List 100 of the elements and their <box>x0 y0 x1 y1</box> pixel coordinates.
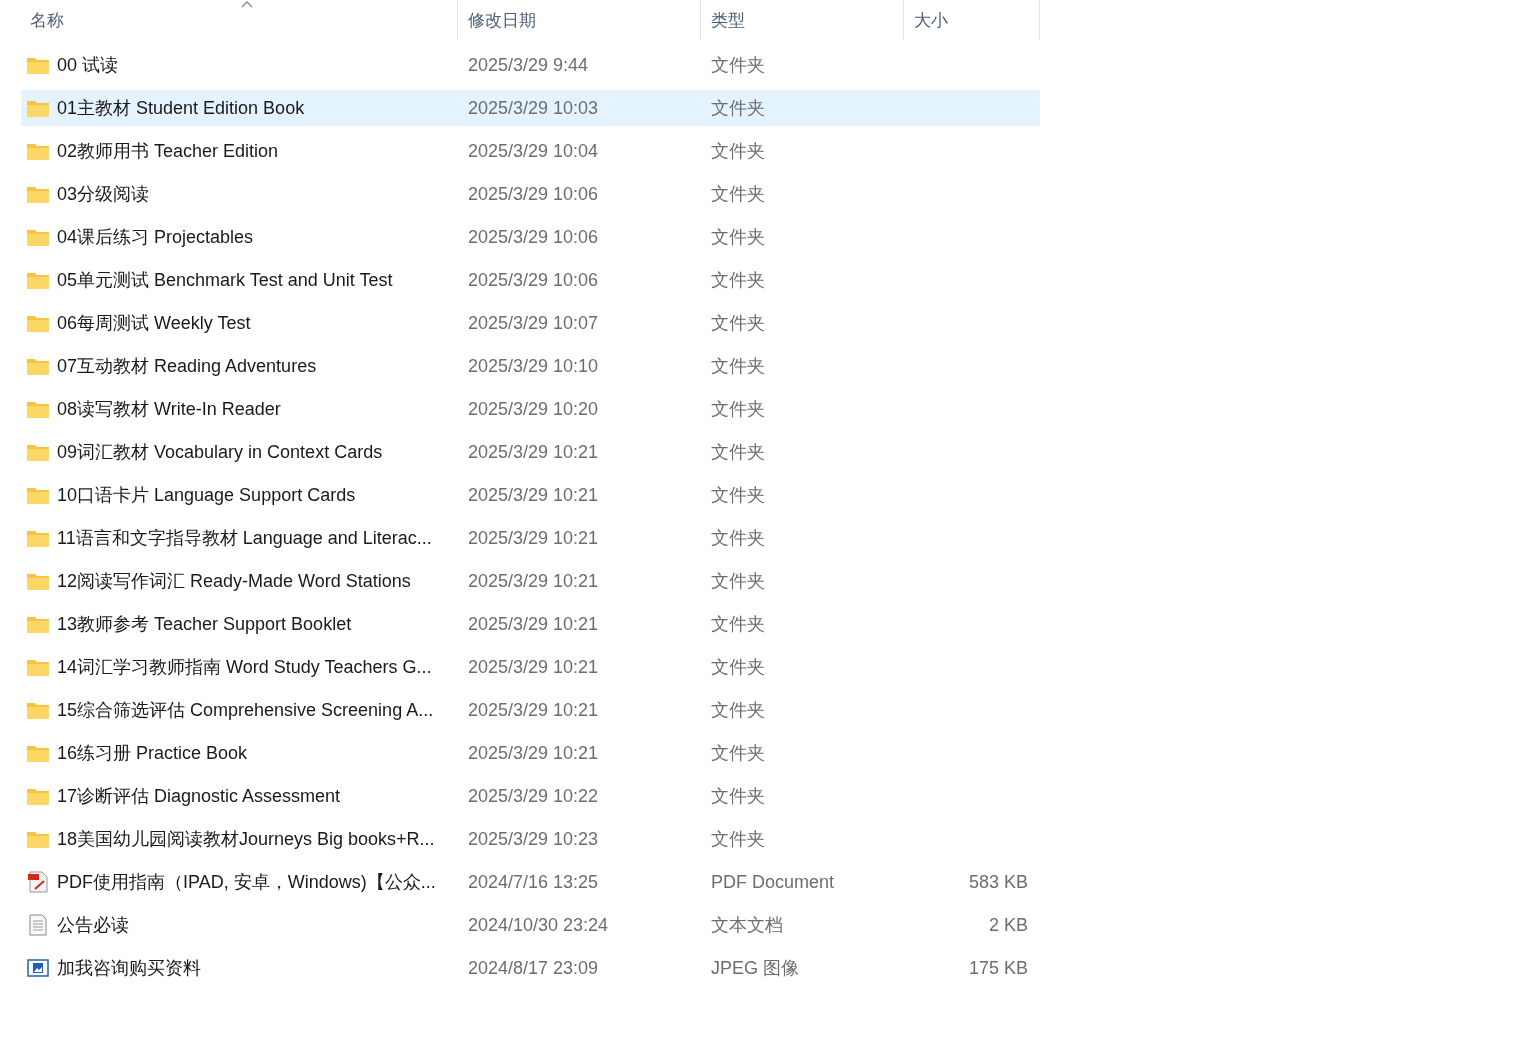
file-name: 18美国幼儿园阅读教材Journeys Big books+R... <box>57 828 435 851</box>
file-row[interactable]: 06每周测试 Weekly Test 2025/3/29 10:07 文件夹 <box>21 305 1040 341</box>
file-type: 文件夹 <box>711 227 765 247</box>
file-name: 02教师用书 Teacher Edition <box>57 140 279 163</box>
modified-date: 2025/3/29 9:44 <box>468 54 589 75</box>
file-type: 文件夹 <box>711 528 765 548</box>
file-type: 文件夹 <box>711 356 765 376</box>
sort-caret-icon <box>240 1 253 8</box>
file-name: 04课后练习 Projectables <box>57 226 254 249</box>
folder-icon <box>27 314 49 332</box>
file-row[interactable]: 08读写教材 Write-In Reader 2025/3/29 10:20 文件夹 <box>21 391 1040 427</box>
file-row[interactable]: 13教师参考 Teacher Support Booklet 2025/3/29 10:21 文件夹 <box>21 606 1040 642</box>
modified-date: 2024/10/30 23:24 <box>468 914 609 935</box>
file-row[interactable]: 10口语卡片 Language Support Cards 2025/3/29 10:21 文件夹 <box>21 477 1040 513</box>
modified-date: 2025/3/29 10:10 <box>468 355 599 376</box>
file-type: 文件夹 <box>711 313 765 333</box>
file-type: 文件夹 <box>711 141 765 161</box>
file-type: JPEG 图像 <box>711 958 799 978</box>
file-name: 09词汇教材 Vocabulary in Context Cards <box>57 441 383 464</box>
modified-date: 2025/3/29 10:06 <box>468 226 599 247</box>
file-row[interactable]: 14词汇学习教师指南 Word Study Teachers G... 2025/3/29 10:21 文件夹 <box>21 649 1040 685</box>
file-row[interactable]: 05单元测试 Benchmark Test and Unit Test 2025/3/29 10:06 文件夹 <box>21 262 1040 298</box>
file-row[interactable]: 12阅读写作词汇 Ready-Made Word Stations 2025/3/29 10:21 文件夹 <box>21 563 1040 599</box>
modified-date: 2025/3/29 10:21 <box>468 699 599 720</box>
folder-icon <box>27 615 49 633</box>
file-size: 2 KB <box>988 914 1028 935</box>
file-row[interactable]: 公告必读 2024/10/30 23:24 文本文档 2 KB <box>21 907 1040 943</box>
folder-icon <box>27 357 49 375</box>
file-type: 文件夹 <box>711 786 765 806</box>
file-name: 06每周测试 Weekly Test <box>57 312 251 335</box>
file-name: 17诊断评估 Diagnostic Assessment <box>57 785 341 808</box>
file-row[interactable]: 03分级阅读 2025/3/29 10:06 文件夹 <box>21 176 1040 212</box>
file-name: 08读写教材 Write-In Reader <box>57 398 281 421</box>
file-name: 01主教材 Student Edition Book <box>57 97 305 120</box>
modified-date: 2025/3/29 10:21 <box>468 441 599 462</box>
file-name: 14词汇学习教师指南 Word Study Teachers G... <box>57 656 432 679</box>
file-type: 文件夹 <box>711 657 765 677</box>
file-name: 15综合筛选评估 Comprehensive Screening A... <box>57 699 434 722</box>
modified-date: 2025/3/29 10:21 <box>468 484 599 505</box>
column-header[interactable]: 修改日期 <box>458 0 701 40</box>
modified-date: 2025/3/29 10:21 <box>468 742 599 763</box>
file-row[interactable]: 15综合筛选评估 Comprehensive Screening A... 2025/3/29 10:21 文件夹 <box>21 692 1040 728</box>
file-row[interactable]: 01主教材 Student Edition Book 2025/3/29 10:03 文件夹 <box>21 90 1040 126</box>
file-type: 文件夹 <box>711 829 765 849</box>
folder-icon <box>27 787 49 805</box>
file-row[interactable]: 07互动教材 Reading Adventures 2025/3/29 10:10 文件夹 <box>21 348 1040 384</box>
modified-date: 2025/3/29 10:06 <box>468 183 599 204</box>
file-row[interactable]: PDF使用指南（IPAD, 安卓，Windows)【公众... 2024/7/16 13:25 PDF Document 583 KB <box>21 864 1040 900</box>
file-name: 00 试读 <box>57 54 119 77</box>
pdf-file-icon <box>27 871 49 893</box>
file-name: 05单元测试 Benchmark Test and Unit Test <box>57 269 393 292</box>
file-name: 07互动教材 Reading Adventures <box>57 355 317 378</box>
file-row[interactable]: 17诊断评估 Diagnostic Assessment 2025/3/29 10:22 文件夹 <box>21 778 1040 814</box>
folder-icon <box>27 658 49 676</box>
file-row[interactable]: 09词汇教材 Vocabulary in Context Cards 2025/3/29 10:21 文件夹 <box>21 434 1040 470</box>
modified-date: 2025/3/29 10:03 <box>468 97 599 118</box>
file-row[interactable]: 04课后练习 Projectables 2025/3/29 10:06 文件夹 <box>21 219 1040 255</box>
modified-date: 2025/3/29 10:20 <box>468 398 599 419</box>
file-row[interactable]: 00 试读 2025/3/29 9:44 文件夹 <box>21 47 1040 83</box>
column-header[interactable]: 类型 <box>701 0 904 40</box>
modified-date: 2025/3/29 10:21 <box>468 613 599 634</box>
text-file-icon <box>29 914 47 936</box>
folder-icon <box>27 830 49 848</box>
folder-icon <box>27 185 49 203</box>
file-type: 文件夹 <box>711 184 765 204</box>
folder-icon <box>27 228 49 246</box>
file-row[interactable]: 02教师用书 Teacher Edition 2025/3/29 10:04 文件夹 <box>21 133 1040 169</box>
file-name: PDF使用指南（IPAD, 安卓，Windows)【公众... <box>57 871 436 894</box>
folder-icon <box>27 400 49 418</box>
file-row[interactable]: 11语言和文字指导教材 Language and Literac... 2025/3/29 10:21 文件夹 <box>21 520 1040 556</box>
modified-date: 2025/3/29 10:21 <box>468 570 599 591</box>
modified-date: 2025/3/29 10:07 <box>468 312 599 333</box>
file-name: 12阅读写作词汇 Ready-Made Word Stations <box>57 570 411 593</box>
modified-date: 2025/3/29 10:22 <box>468 785 599 806</box>
file-type: 文件夹 <box>711 270 765 290</box>
folder-icon <box>27 572 49 590</box>
folder-icon <box>27 701 49 719</box>
file-row[interactable]: 加我咨询购买资料 2024/8/17 23:09 JPEG 图像 175 KB <box>21 950 1040 986</box>
file-type: 文件夹 <box>711 485 765 505</box>
file-name: 10口语卡片 Language Support Cards <box>57 484 356 507</box>
folder-icon <box>27 271 49 289</box>
file-type: 文件夹 <box>711 98 765 118</box>
file-type: 文件夹 <box>711 743 765 763</box>
file-type: 文件夹 <box>711 700 765 720</box>
modified-date: 2024/8/17 23:09 <box>468 957 599 978</box>
file-size: 175 KB <box>968 957 1028 978</box>
column-header[interactable]: 大小 <box>904 0 1040 40</box>
folder-icon <box>27 744 49 762</box>
column-header[interactable]: 名称 <box>20 0 458 40</box>
folder-icon <box>27 56 49 74</box>
file-name: 16练习册 Practice Book <box>57 742 248 765</box>
file-name: 03分级阅读 <box>57 183 150 206</box>
file-type: 文件夹 <box>711 442 765 462</box>
file-type: PDF Document <box>711 871 835 892</box>
folder-icon <box>27 486 49 504</box>
folder-icon <box>27 443 49 461</box>
modified-date: 2025/3/29 10:21 <box>468 656 599 677</box>
modified-date: 2024/7/16 13:25 <box>468 871 599 892</box>
file-row[interactable]: 16练习册 Practice Book 2025/3/29 10:21 文件夹 <box>21 735 1040 771</box>
file-row[interactable]: 18美国幼儿园阅读教材Journeys Big books+R... 2025/3/29 10:23 文件夹 <box>21 821 1040 857</box>
